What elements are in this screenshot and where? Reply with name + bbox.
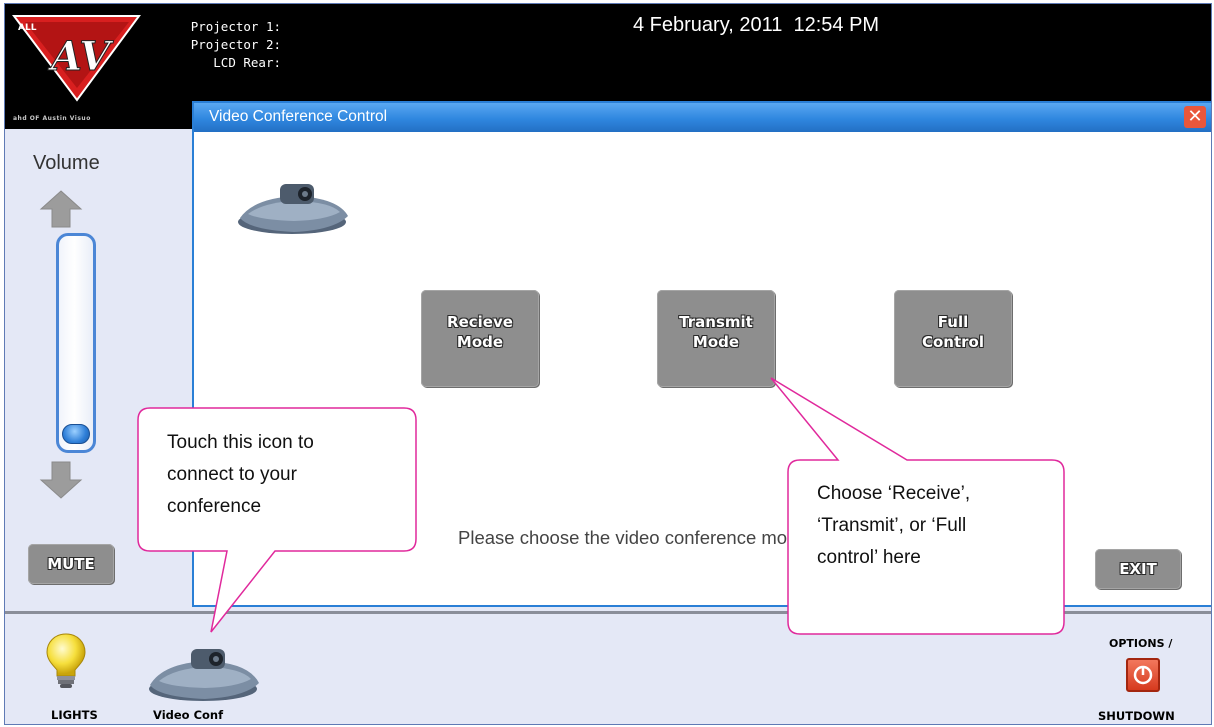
logo-caption: ahd OF Austin Visuo	[13, 115, 91, 122]
video-conf-label: Video Conf	[153, 708, 224, 722]
touch-panel: ALL AV ahd OF Austin Visuo Projector 1: …	[4, 3, 1212, 725]
logo-icon: ALL AV	[12, 15, 141, 102]
light-bulb-icon[interactable]	[45, 632, 87, 690]
date-time: 4 February, 2011 12:54 PM	[633, 14, 880, 36]
full-control-button[interactable]: Full Control	[894, 290, 1012, 387]
transmit-mode-button[interactable]: Transmit Mode	[657, 290, 775, 387]
dialog-title-bar: Video Conference Control ✕	[194, 103, 1211, 132]
dialog-message: Please choose the video conference mode	[458, 527, 788, 548]
receive-mode-line1: Recieve	[447, 313, 513, 331]
receive-mode-button[interactable]: Recieve Mode	[421, 290, 539, 387]
bottom-divider	[5, 611, 1211, 614]
mute-button[interactable]: MUTE	[28, 544, 114, 584]
volume-slider-knob[interactable]	[62, 424, 90, 444]
video-conference-device-icon[interactable]	[145, 637, 265, 705]
close-icon[interactable]: ✕	[1184, 106, 1206, 128]
projector-1-label: Projector 1:	[190, 19, 281, 34]
projector-2-label: Projector 2:	[190, 37, 281, 52]
svg-text:AV: AV	[47, 33, 114, 80]
projector-status-labels: Projector 1: Projector 2: LCD Rear:	[175, 18, 281, 72]
full-control-line1: Full	[937, 313, 969, 331]
power-symbol	[1133, 665, 1153, 685]
volume-label: Volume	[33, 152, 100, 174]
shutdown-label: SHUTDOWN	[1098, 709, 1175, 723]
receive-mode-line2: Mode	[456, 333, 504, 351]
options-label: OPTIONS /	[1109, 637, 1173, 650]
power-icon[interactable]	[1126, 658, 1160, 692]
callout-left-text: Touch this icon to connect to your confe…	[167, 432, 314, 517]
full-control-line2: Control	[921, 333, 984, 351]
dialog-title: Video Conference Control	[209, 108, 388, 125]
callout-right-text: Choose ‘Receive’, ‘Transmit’, or ‘Full c…	[817, 483, 971, 568]
video-conference-device-icon	[238, 184, 348, 234]
transmit-mode-line1: Transmit	[679, 313, 753, 331]
lcd-rear-label: LCD Rear:	[213, 55, 281, 70]
exit-button[interactable]: EXIT	[1095, 549, 1181, 589]
volume-slider[interactable]	[56, 233, 96, 453]
video-conference-dialog: Video Conference Control ✕ Recieve Mode …	[192, 101, 1211, 607]
arrow-down-icon[interactable]	[39, 460, 83, 500]
arrow-up-icon[interactable]	[39, 189, 83, 229]
transmit-mode-line2: Mode	[692, 333, 740, 351]
svg-text:ALL: ALL	[18, 23, 37, 33]
lights-label: LIGHTS	[51, 708, 98, 722]
